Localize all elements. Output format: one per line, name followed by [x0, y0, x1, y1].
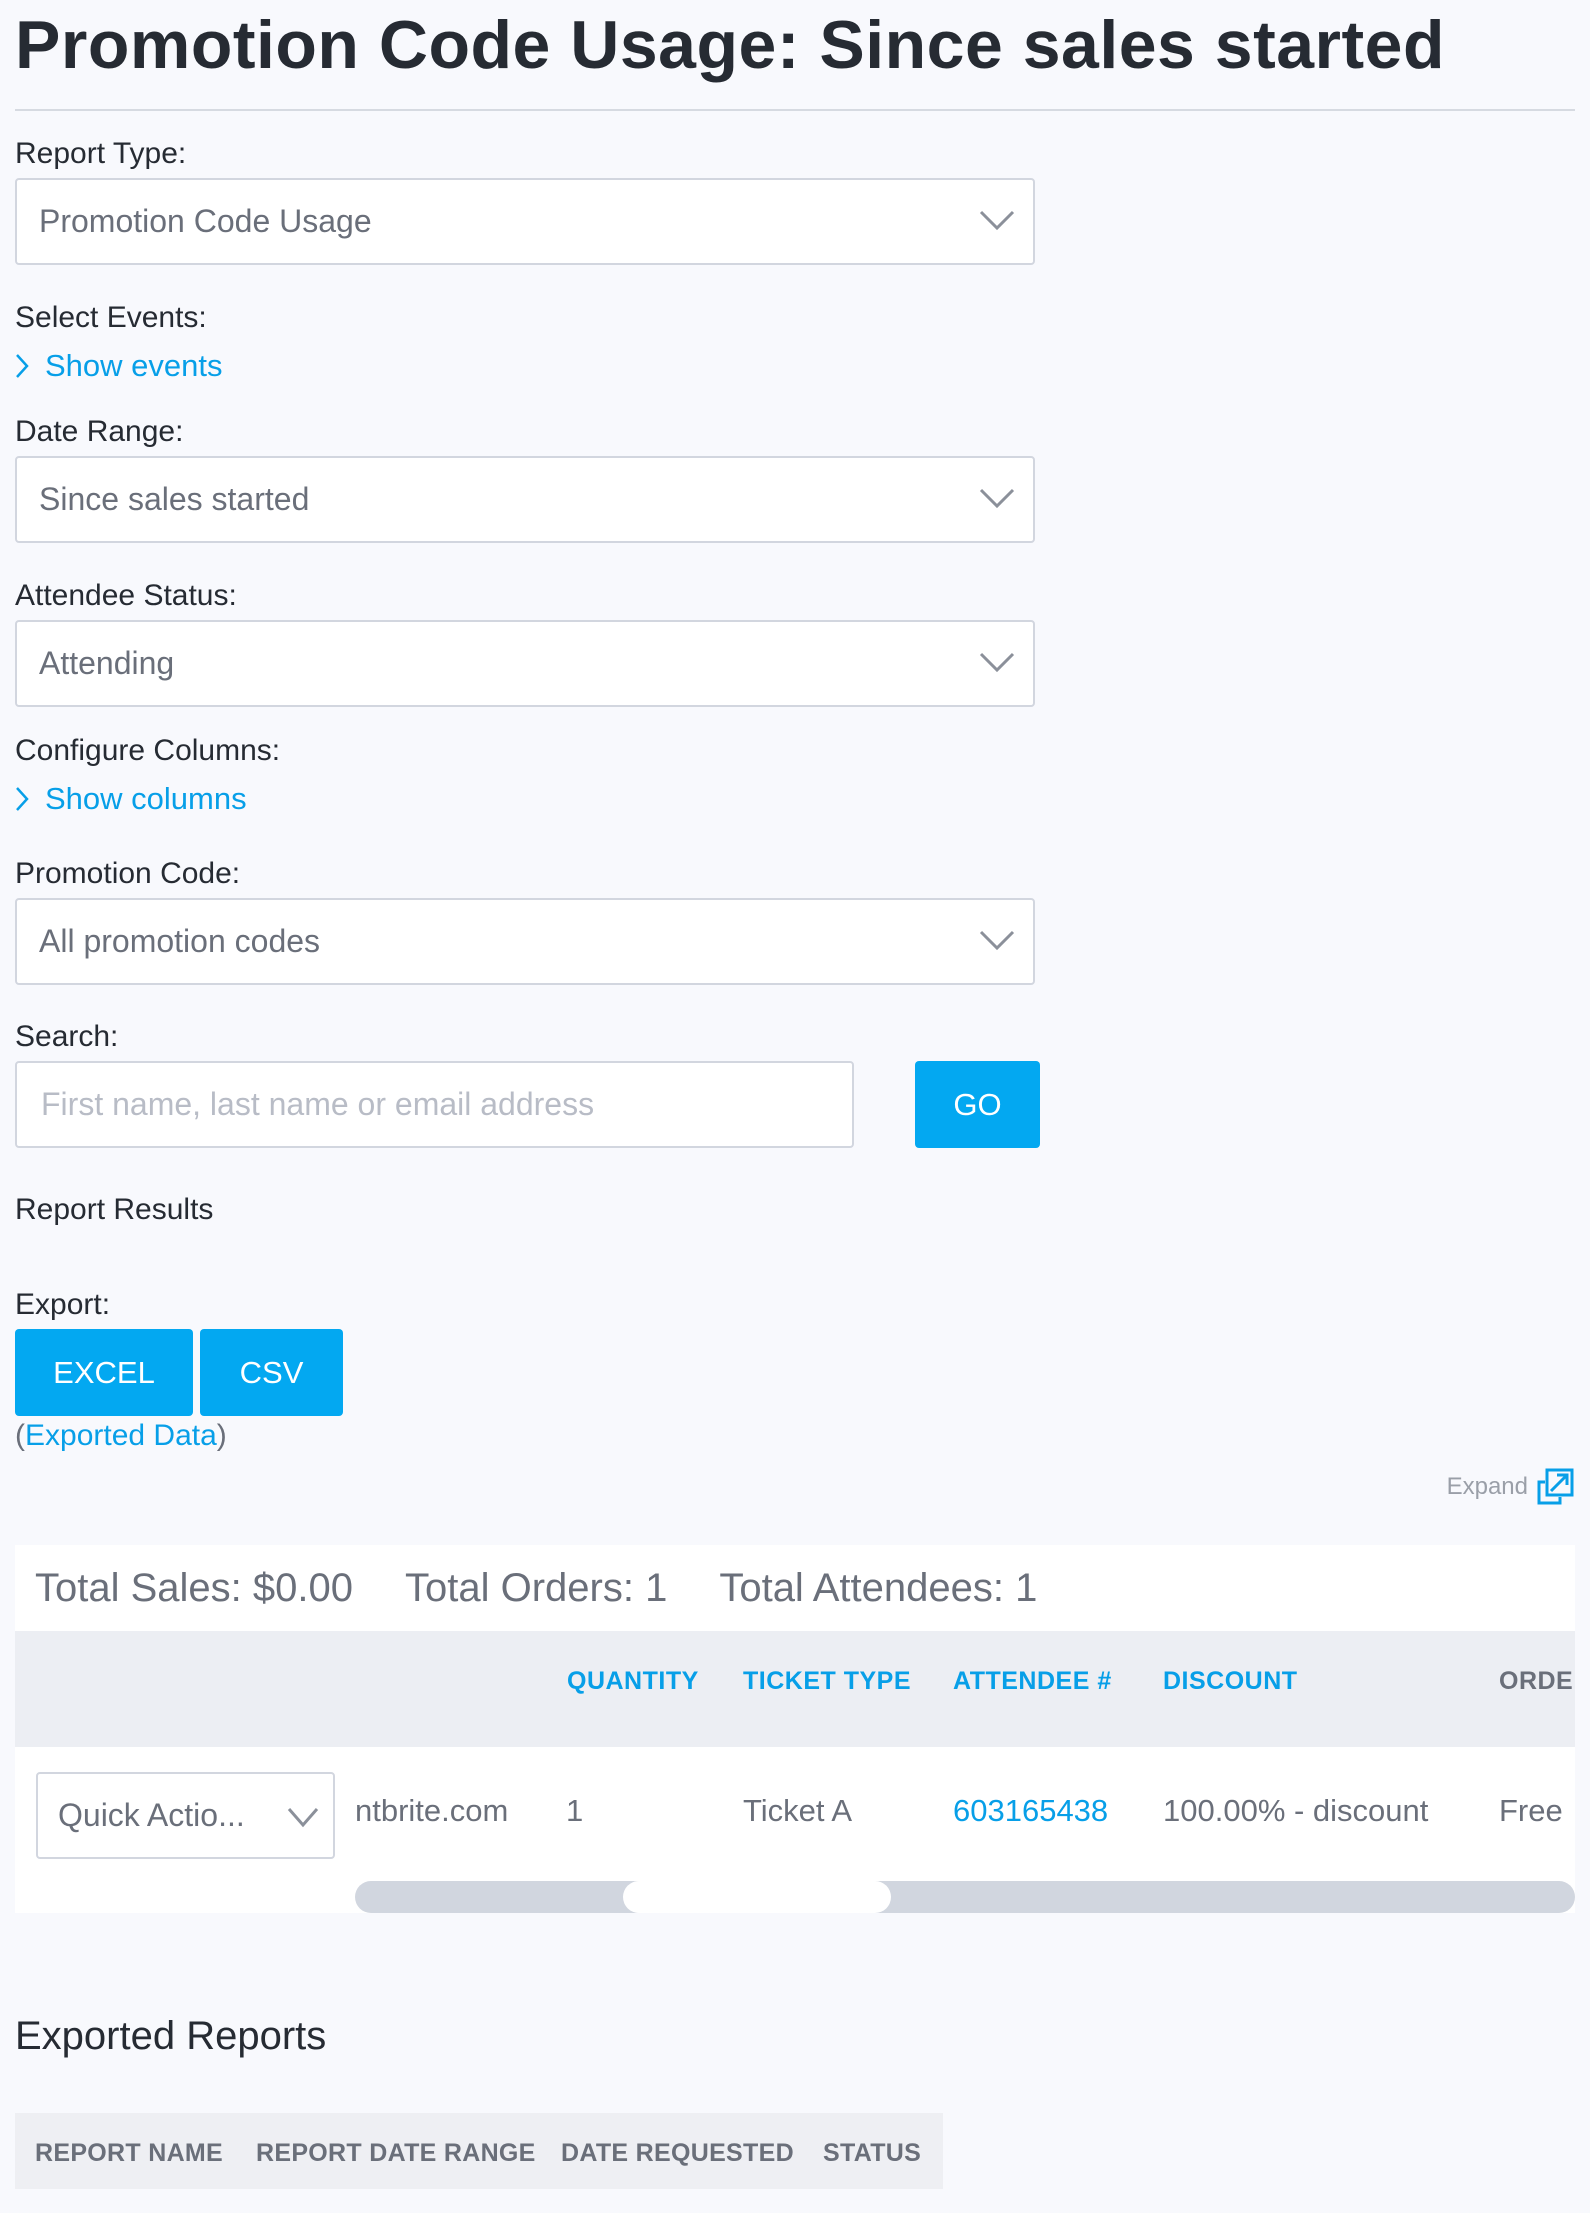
results-panel: Total Sales: $0.00 Total Orders: 1 Total… — [15, 1545, 1575, 1913]
chevron-down-icon — [979, 652, 1015, 673]
cell-discount: 100.00% - discount — [1163, 1793, 1429, 1828]
expand-icon — [1537, 1468, 1574, 1505]
configure-columns-label: Configure Columns: — [15, 734, 281, 767]
totals-bar: Total Sales: $0.00 Total Orders: 1 Total… — [35, 1545, 1089, 1631]
promotion-code-select[interactable]: All promotion codes — [15, 898, 1035, 985]
cell-email: ntbrite.com — [355, 1793, 509, 1828]
page-title: Promotion Code Usage: Since sales starte… — [15, 7, 1446, 83]
column-header-status: STATUS — [823, 2139, 922, 2167]
attendee-status-value: Attending — [39, 645, 175, 681]
title-divider — [15, 109, 1575, 111]
search-input[interactable] — [15, 1061, 854, 1148]
cell-ticket-type: Ticket A — [743, 1793, 853, 1828]
table-row: Quick Actio... ntbrite.com 1 Ticket A 60… — [15, 1747, 1575, 1881]
expand-button[interactable]: Expand — [1447, 1468, 1574, 1506]
column-header-report-date-range: REPORT DATE RANGE — [256, 2139, 536, 2167]
report-results-heading: Report Results — [15, 1193, 214, 1226]
column-header-discount[interactable]: DISCOUNT — [1163, 1667, 1298, 1696]
export-excel-button[interactable]: EXCEL — [15, 1329, 193, 1416]
date-range-select[interactable]: Since sales started — [15, 456, 1035, 543]
column-header-order-type: ORDE — [1499, 1667, 1574, 1695]
export-label: Export: — [15, 1288, 111, 1321]
column-header-ticket-type[interactable]: TICKET TYPE — [743, 1667, 911, 1696]
attendee-status-label: Attendee Status: — [15, 579, 237, 612]
exported-data-note: (Exported Data) — [15, 1419, 227, 1453]
chevron-down-icon — [979, 930, 1015, 951]
table-header: QUANTITY TICKET TYPE ATTENDEE # DISCOUNT… — [15, 1631, 1575, 1747]
column-header-report-name: REPORT NAME — [35, 2139, 224, 2167]
show-columns-toggle[interactable]: Show columns — [15, 781, 247, 817]
select-events-label: Select Events: — [15, 301, 207, 334]
quick-actions-select[interactable]: Quick Actio... — [36, 1772, 335, 1859]
show-events-label: Show events — [45, 348, 223, 383]
paren-open: ( — [15, 1419, 25, 1452]
show-columns-label: Show columns — [45, 781, 247, 816]
date-range-label: Date Range: — [15, 415, 184, 448]
cell-attendee-number-link[interactable]: 603165438 — [953, 1793, 1108, 1829]
report-type-label: Report Type: — [15, 137, 187, 170]
scrollbar-thumb[interactable] — [623, 1881, 891, 1913]
exported-reports-heading: Exported Reports — [15, 2014, 327, 2058]
exported-reports-table-header: REPORT NAME REPORT DATE RANGE DATE REQUE… — [15, 2113, 943, 2189]
column-header-quantity[interactable]: QUANTITY — [567, 1667, 699, 1696]
horizontal-scrollbar[interactable] — [355, 1881, 1575, 1913]
export-csv-button[interactable]: CSV — [200, 1329, 343, 1416]
expand-label: Expand — [1446, 1473, 1528, 1500]
chevron-down-icon — [979, 210, 1015, 231]
exported-data-link[interactable]: Exported Data — [25, 1419, 217, 1452]
show-events-toggle[interactable]: Show events — [15, 348, 223, 384]
chevron-right-icon — [16, 354, 29, 378]
chevron-down-icon — [979, 488, 1015, 509]
column-header-date-requested: DATE REQUESTED — [561, 2139, 794, 2167]
attendee-status-select[interactable]: Attending — [15, 620, 1035, 707]
total-attendees: Total Attendees: 1 — [719, 1565, 1038, 1610]
go-button[interactable]: GO — [915, 1061, 1040, 1148]
promotion-code-label: Promotion Code: — [15, 857, 241, 890]
column-header-attendee-number[interactable]: ATTENDEE # — [953, 1667, 1112, 1696]
promotion-code-value: All promotion codes — [39, 923, 321, 959]
total-sales: Total Sales: $0.00 — [35, 1565, 353, 1610]
cell-quantity: 1 — [566, 1793, 584, 1828]
chevron-down-icon — [287, 1808, 319, 1828]
report-type-select[interactable]: Promotion Code Usage — [15, 178, 1035, 265]
paren-close: ) — [216, 1419, 227, 1452]
date-range-value: Since sales started — [39, 481, 310, 517]
search-label: Search: — [15, 1020, 119, 1053]
report-type-value: Promotion Code Usage — [39, 203, 372, 239]
quick-actions-value: Quick Actio... — [58, 1797, 245, 1833]
chevron-right-icon — [16, 787, 29, 811]
cell-order-type: Free — [1499, 1793, 1563, 1828]
total-orders: Total Orders: 1 — [405, 1565, 668, 1610]
